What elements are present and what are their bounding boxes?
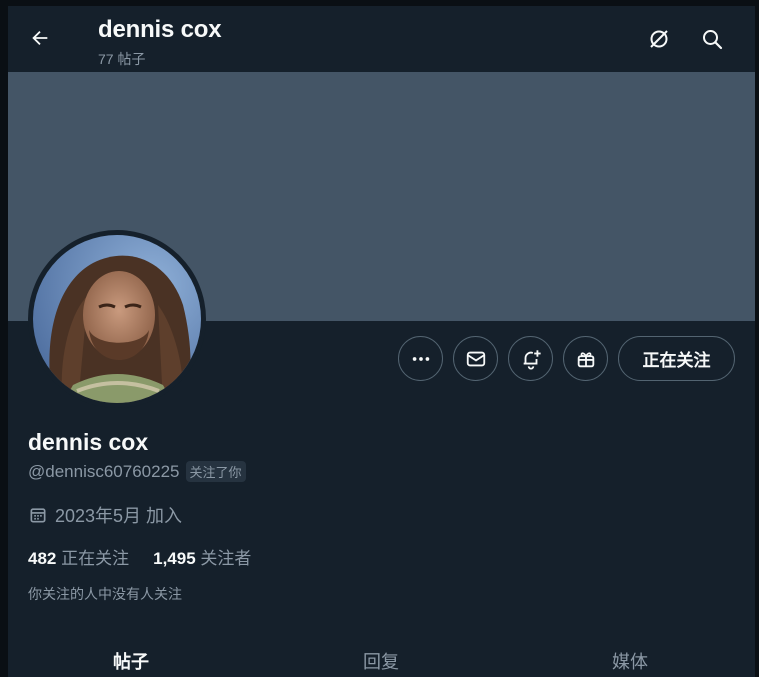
joined-date: 2023年5月 加入 [55, 506, 183, 526]
gift-icon [577, 351, 594, 367]
follow-stats: 482 正在关注 1,495 关注者 [28, 544, 251, 569]
user-handle: @dennisc60760225 [28, 461, 180, 481]
joined-date-row: 2023年5月 加入 [28, 502, 182, 528]
no-translate-icon [650, 30, 668, 48]
profile-header: dennis cox 77 帖子 [8, 6, 755, 72]
tab-media[interactable]: 媒体 [612, 648, 648, 674]
notify-button[interactable] [508, 336, 553, 381]
header-title: dennis cox [98, 16, 222, 43]
search-button[interactable] [697, 24, 727, 54]
follows-you-badge: 关注了你 [185, 461, 246, 482]
calendar-icon [30, 508, 46, 523]
followers-label: 关注者 [200, 549, 252, 568]
following-count: 482 [28, 549, 57, 568]
tab-posts[interactable]: 帖子 [113, 648, 149, 674]
display-name: dennis cox [28, 429, 149, 455]
envelope-icon [466, 351, 485, 366]
handle-row: @dennisc60760225 关注了你 [28, 461, 246, 482]
message-button[interactable] [453, 336, 498, 381]
avatar[interactable] [28, 230, 206, 408]
tab-replies[interactable]: 回复 [363, 648, 399, 674]
bell-plus-icon [523, 349, 541, 370]
following-label: 正在关注 [61, 549, 130, 568]
more-button[interactable] [398, 336, 443, 381]
following-button[interactable]: 正在关注 [618, 336, 735, 381]
mutual-followers-note: 你关注的人中没有人关注 [28, 586, 182, 602]
following-stat[interactable]: 482 正在关注 [28, 544, 129, 569]
gift-button[interactable] [563, 336, 608, 381]
search-icon [703, 30, 723, 50]
back-button[interactable] [24, 22, 56, 54]
arrow-left-icon [32, 30, 48, 46]
avatar-image [33, 235, 201, 403]
post-count: 77 帖子 [98, 51, 146, 67]
translate-toggle-button[interactable] [644, 24, 674, 54]
ellipsis-icon [412, 356, 429, 361]
followers-count: 1,495 [153, 549, 196, 568]
followers-stat[interactable]: 1,495 关注者 [153, 544, 251, 569]
profile-tabs: 帖子 回复 媒体 [8, 640, 755, 677]
